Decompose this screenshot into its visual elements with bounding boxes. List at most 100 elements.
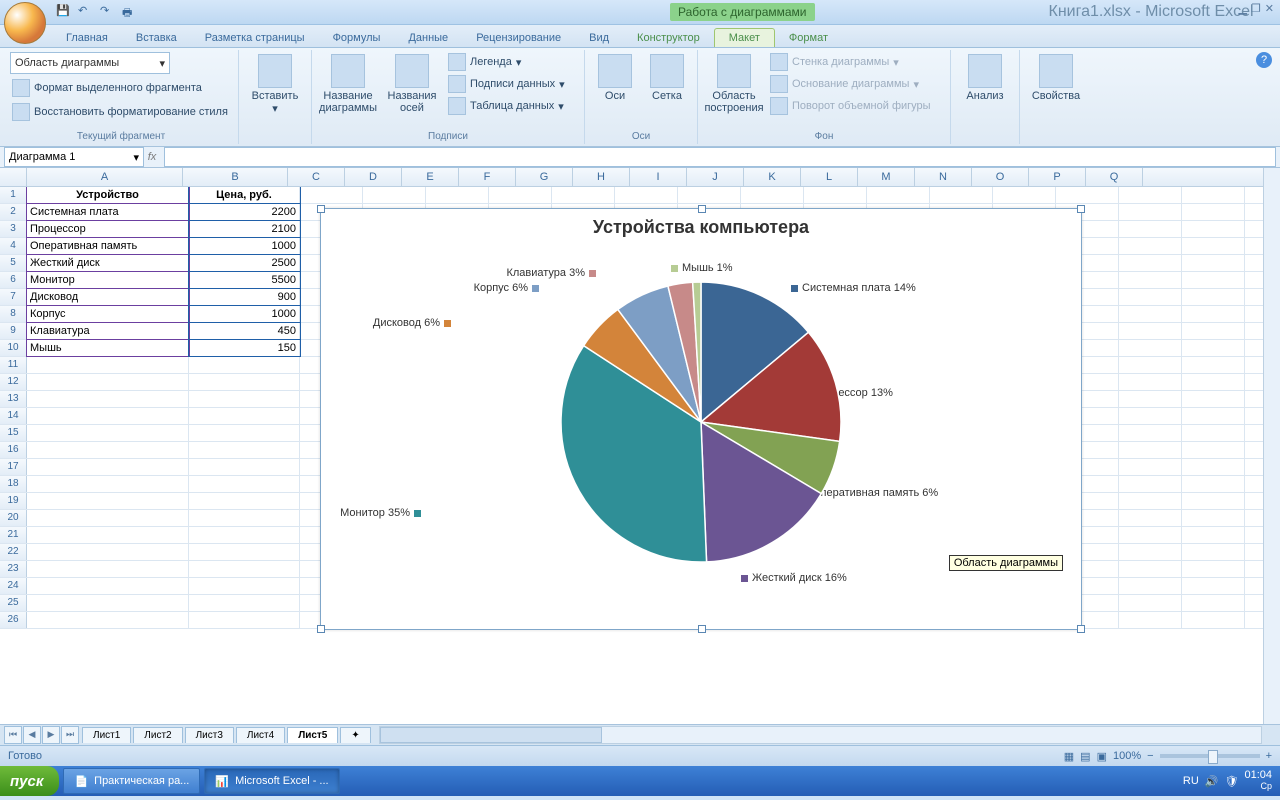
row-header[interactable]: 19: [0, 493, 27, 509]
quick-access-toolbar[interactable]: 💾 ↶ ↷ 🖶: [56, 4, 138, 20]
column-header[interactable]: Q: [1086, 168, 1143, 186]
cell[interactable]: [1119, 595, 1182, 611]
sheet-tab[interactable]: Лист3: [185, 727, 234, 743]
cell[interactable]: [1119, 442, 1182, 458]
row-header[interactable]: 8: [0, 306, 27, 322]
row-header[interactable]: 9: [0, 323, 27, 339]
axes-button[interactable]: Оси: [591, 52, 639, 104]
cell[interactable]: [1182, 459, 1245, 475]
view-normal-icon[interactable]: ▦: [1064, 750, 1074, 763]
horizontal-scrollbar[interactable]: [379, 726, 1262, 744]
cell[interactable]: [1119, 459, 1182, 475]
cell[interactable]: [1119, 578, 1182, 594]
view-layout-icon[interactable]: ▤: [1080, 750, 1090, 763]
print-icon[interactable]: 🖶: [122, 4, 138, 20]
cell[interactable]: [1182, 340, 1245, 356]
cell[interactable]: [993, 187, 1056, 203]
cell[interactable]: Процессор: [27, 221, 189, 237]
cell[interactable]: [27, 357, 189, 373]
data-table-button[interactable]: Таблица данных ▾: [446, 96, 567, 116]
cell[interactable]: [615, 187, 678, 203]
cell[interactable]: [189, 357, 300, 373]
cell[interactable]: [27, 544, 189, 560]
start-button[interactable]: пуск: [0, 766, 59, 796]
row-header[interactable]: 7: [0, 289, 27, 305]
cell[interactable]: [1182, 442, 1245, 458]
cell[interactable]: [1119, 204, 1182, 220]
column-header[interactable]: O: [972, 168, 1029, 186]
axis-titles-button[interactable]: Названия осей: [382, 52, 442, 116]
cell[interactable]: Цена, руб.: [189, 187, 300, 203]
cell[interactable]: [867, 187, 930, 203]
row-header[interactable]: 10: [0, 340, 27, 356]
cell[interactable]: [189, 544, 300, 560]
cell[interactable]: [189, 612, 300, 628]
cell[interactable]: [1182, 527, 1245, 543]
cell[interactable]: [1182, 425, 1245, 441]
cell[interactable]: [1182, 289, 1245, 305]
cell[interactable]: [189, 408, 300, 424]
tab-Разметка страницы[interactable]: Разметка страницы: [191, 29, 319, 47]
resize-handle[interactable]: [317, 205, 325, 213]
cell[interactable]: [1182, 255, 1245, 271]
cell[interactable]: [1119, 425, 1182, 441]
row-header[interactable]: 12: [0, 374, 27, 390]
cell[interactable]: [189, 493, 300, 509]
cell[interactable]: 1000: [189, 238, 300, 254]
cell[interactable]: [489, 187, 552, 203]
cell[interactable]: [1182, 187, 1245, 203]
tab-Формулы[interactable]: Формулы: [319, 29, 395, 47]
row-header[interactable]: 25: [0, 595, 27, 611]
cell[interactable]: [1119, 340, 1182, 356]
cell[interactable]: [189, 510, 300, 526]
tab-Конструктор[interactable]: Конструктор: [623, 29, 714, 47]
cell[interactable]: [27, 561, 189, 577]
name-box[interactable]: Диаграмма 1▾: [4, 147, 144, 167]
cell[interactable]: [1119, 493, 1182, 509]
tab-Макет[interactable]: Макет: [714, 28, 775, 47]
row-header[interactable]: 3: [0, 221, 27, 237]
column-header[interactable]: K: [744, 168, 801, 186]
restore-icon[interactable]: ❐: [1251, 2, 1261, 15]
cell[interactable]: [930, 187, 993, 203]
row-header[interactable]: 5: [0, 255, 27, 271]
worksheet-grid[interactable]: ABCDEFGHIJKLMNOPQ 1УстройствоЦена, руб.2…: [0, 168, 1280, 724]
cell[interactable]: [1182, 612, 1245, 628]
system-tray[interactable]: RU 🔊 🛡 01:04Ср: [1175, 770, 1280, 792]
cell[interactable]: [27, 595, 189, 611]
cell[interactable]: [1182, 493, 1245, 509]
cell[interactable]: [678, 187, 741, 203]
cell[interactable]: [1182, 272, 1245, 288]
zoom-in-button[interactable]: +: [1266, 750, 1272, 762]
cell[interactable]: [1119, 544, 1182, 560]
select-all-corner[interactable]: [0, 168, 27, 186]
redo-icon[interactable]: ↷: [100, 4, 116, 20]
cell[interactable]: [1182, 476, 1245, 492]
formula-bar[interactable]: [164, 147, 1276, 167]
cell[interactable]: [189, 442, 300, 458]
tab-Формат[interactable]: Формат: [775, 29, 842, 47]
row-header[interactable]: 14: [0, 408, 27, 424]
cell[interactable]: [1182, 323, 1245, 339]
clock[interactable]: 01:04: [1244, 769, 1272, 781]
insert-button[interactable]: Вставить▾: [245, 52, 305, 117]
row-header[interactable]: 26: [0, 612, 27, 628]
resize-handle[interactable]: [317, 625, 325, 633]
column-header[interactable]: I: [630, 168, 687, 186]
zoom-out-button[interactable]: −: [1147, 750, 1153, 762]
row-header[interactable]: 15: [0, 425, 27, 441]
cell[interactable]: [27, 425, 189, 441]
cell[interactable]: [804, 187, 867, 203]
tray-icon[interactable]: 🛡: [1225, 775, 1239, 788]
resize-handle[interactable]: [1077, 205, 1085, 213]
tray-icon[interactable]: 🔊: [1205, 775, 1219, 788]
cell[interactable]: Монитор: [27, 272, 189, 288]
cell[interactable]: [1182, 204, 1245, 220]
row-header[interactable]: 18: [0, 476, 27, 492]
minimize-icon[interactable]: ▁: [1238, 2, 1246, 15]
row-header[interactable]: 2: [0, 204, 27, 220]
zoom-slider[interactable]: [1160, 754, 1260, 758]
cell[interactable]: [27, 578, 189, 594]
chart-title-button[interactable]: Название диаграммы: [318, 52, 378, 116]
analysis-button[interactable]: Анализ: [957, 52, 1013, 104]
